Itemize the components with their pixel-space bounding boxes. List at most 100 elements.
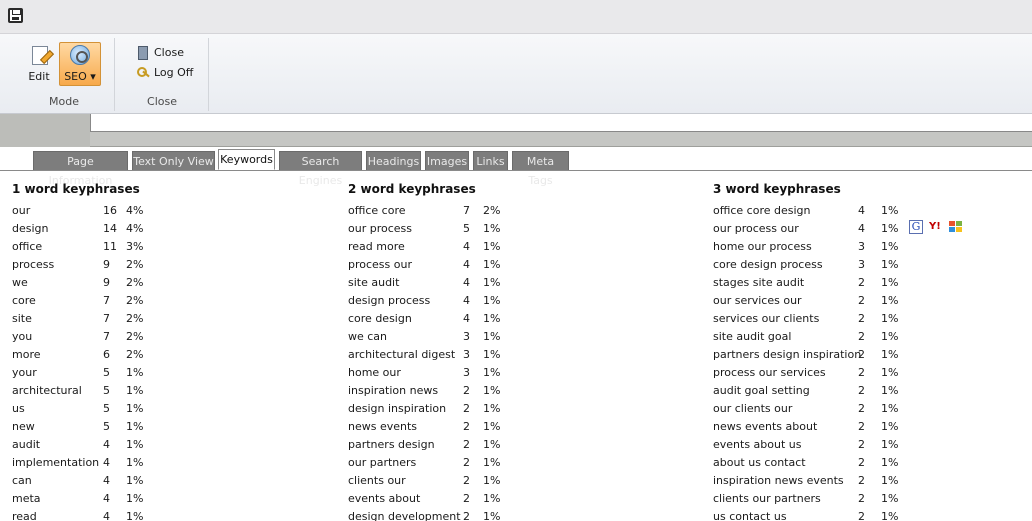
keyword-count: 2 <box>463 474 470 487</box>
keyword-percent: 1% <box>483 510 501 521</box>
keyword-phrase: about us contact <box>713 456 806 469</box>
keyword-row: read 4 1% <box>12 508 156 521</box>
edit-button-label: Edit <box>28 70 50 83</box>
keyword-percent: 1% <box>126 366 144 379</box>
keyword-percent: 1% <box>483 312 501 325</box>
two-word-heading: 2 word keyphrases <box>348 182 476 196</box>
keyword-row: office 11 3% <box>12 238 156 256</box>
keyword-phrase: our process <box>348 222 412 235</box>
keyword-count: 4 <box>463 294 470 307</box>
tab-divider <box>0 170 1032 171</box>
keyword-row: news events 2 1% <box>348 418 513 436</box>
yahoo-icon[interactable]: Y! <box>929 220 941 234</box>
keyword-percent: 1% <box>483 402 501 415</box>
keyword-phrase: news events <box>348 420 418 433</box>
keyword-count: 2 <box>858 402 865 415</box>
keyword-percent: 1% <box>881 294 899 307</box>
save-icon[interactable] <box>8 8 23 23</box>
windows-flag-icon[interactable] <box>949 221 963 233</box>
tab-links[interactable]: Links <box>473 151 508 170</box>
keyword-percent: 1% <box>881 492 899 505</box>
keyword-percent: 1% <box>483 492 501 505</box>
seo-magnifier-icon <box>70 45 90 65</box>
keyword-row: about us contact 2 1% <box>713 454 911 472</box>
keyword-count: 4 <box>103 456 110 469</box>
keyword-percent: 1% <box>483 456 501 469</box>
keyword-percent: 1% <box>881 456 899 469</box>
seo-button[interactable]: SEO ▾ <box>59 42 101 86</box>
keyword-phrase: inspiration news <box>348 384 439 397</box>
keyword-phrase: our partners <box>348 456 417 469</box>
keyword-row: process our 4 1% <box>348 256 513 274</box>
keyword-count: 2 <box>858 348 865 361</box>
keyword-percent: 1% <box>881 312 899 325</box>
keyword-phrase: architectural digest <box>348 348 456 361</box>
keyword-count: 2 <box>858 510 865 521</box>
keyword-phrase: read <box>12 510 37 521</box>
keyword-phrase: core design <box>348 312 412 325</box>
keyword-phrase: home our process <box>713 240 812 253</box>
keyword-row: stages site audit 2 1% <box>713 274 911 292</box>
keyword-phrase: office <box>12 240 43 253</box>
keyword-phrase: site <box>12 312 32 325</box>
keyword-phrase: design process <box>348 294 431 307</box>
keyword-percent: 2% <box>126 312 144 325</box>
keyword-phrase: office core design <box>713 204 811 217</box>
keyword-phrase: audit <box>12 438 41 451</box>
keyword-row: design 14 4% <box>12 220 156 238</box>
tab-search-engines[interactable]: Search Engines <box>279 151 362 187</box>
keyword-row: site audit 4 1% <box>348 274 513 292</box>
mode-group-label: Mode <box>49 95 79 108</box>
tab-keywords[interactable]: Keywords <box>218 149 275 170</box>
log-off-button[interactable]: Log Off <box>136 64 193 82</box>
keyword-count: 2 <box>858 384 865 397</box>
keyword-phrase: site audit <box>348 276 400 289</box>
google-icon[interactable]: G <box>909 220 923 234</box>
keyword-phrase: meta <box>12 492 41 505</box>
keyword-percent: 1% <box>881 222 899 235</box>
tab-headings[interactable]: Headings <box>366 151 421 170</box>
tab-page-information[interactable]: Page Information <box>33 151 128 187</box>
keyword-row: design process 4 1% <box>348 292 513 310</box>
keyword-row: events about us 2 1% <box>713 436 911 454</box>
tab-text-only-view[interactable]: Text Only View <box>132 151 215 170</box>
keyword-count: 2 <box>463 402 470 415</box>
keyword-count: 4 <box>463 258 470 271</box>
three-word-heading: 3 word keyphrases <box>713 182 841 196</box>
keyword-percent: 1% <box>881 204 899 217</box>
keyword-count: 4 <box>103 474 110 487</box>
keyword-row: we 9 2% <box>12 274 156 292</box>
keyword-count: 2 <box>858 366 865 379</box>
keyword-row: meta 4 1% <box>12 490 156 508</box>
keyword-row: our services our 2 1% <box>713 292 911 310</box>
keyword-count: 4 <box>858 222 865 235</box>
keyword-row: office core design 4 1% <box>713 202 911 220</box>
keyword-row: core design 4 1% <box>348 310 513 328</box>
keyword-row: audit goal setting 2 1% <box>713 382 911 400</box>
keyword-percent: 1% <box>881 240 899 253</box>
keyword-row: news events about 2 1% <box>713 418 911 436</box>
tab-meta-tags[interactable]: Meta Tags <box>512 151 569 187</box>
keyword-row: site audit goal 2 1% <box>713 328 911 346</box>
keyword-row: read more 4 1% <box>348 238 513 256</box>
page-url-field[interactable] <box>90 114 1032 132</box>
keyword-percent: 2% <box>126 348 144 361</box>
keyword-percent: 2% <box>126 330 144 343</box>
keyword-percent: 1% <box>881 402 899 415</box>
keyword-percent: 1% <box>483 348 501 361</box>
keyword-phrase: stages site audit <box>713 276 805 289</box>
keyword-phrase: events about us <box>713 438 802 451</box>
keyword-row: implementation 4 1% <box>12 454 156 472</box>
keyword-row: our process 5 1% <box>348 220 513 238</box>
keyword-phrase: us <box>12 402 25 415</box>
keyword-percent: 1% <box>881 438 899 451</box>
edit-button[interactable]: Edit <box>24 42 54 86</box>
tab-images[interactable]: Images <box>425 151 469 170</box>
keyword-row: site 7 2% <box>12 310 156 328</box>
keyword-count: 11 <box>103 240 117 253</box>
close-button[interactable]: Close <box>136 44 184 62</box>
keyword-row: us 5 1% <box>12 400 156 418</box>
keyword-count: 2 <box>463 420 470 433</box>
keyword-phrase: our process our <box>713 222 799 235</box>
keyword-phrase: design inspiration <box>348 402 447 415</box>
